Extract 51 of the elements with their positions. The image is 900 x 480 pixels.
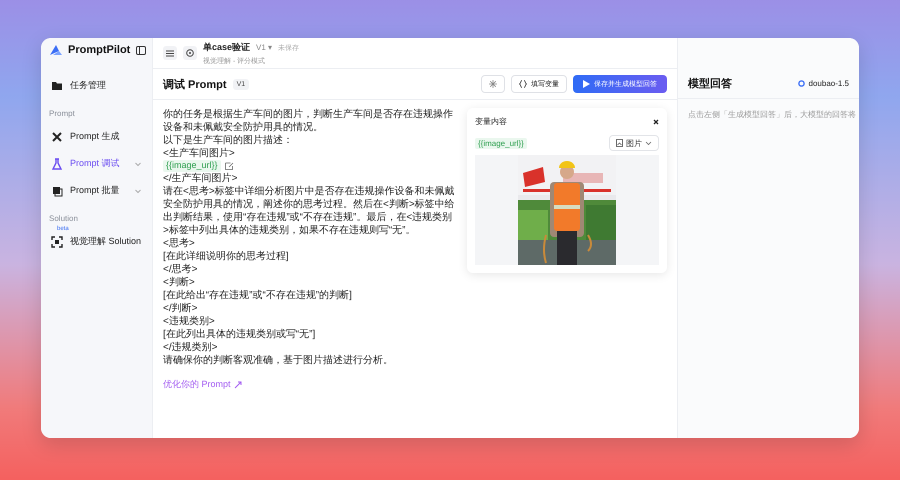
logo-icon <box>49 44 63 56</box>
prompt-text-line: <生产车间图片> <box>163 147 236 160</box>
folder-icon <box>51 80 63 91</box>
play-icon <box>583 80 590 88</box>
sidebar-item[interactable]: Prompt 调试 <box>47 150 146 177</box>
chevron-down-icon <box>645 140 652 146</box>
prompt-text-line: <思考> <box>163 236 196 250</box>
prompt-text-line: <判断> <box>163 276 196 289</box>
sidebar-item[interactable]: Prompt 生成 <box>47 123 146 150</box>
prompt-text-line: </判断> <box>163 302 198 315</box>
prompt-text-line: [在此详细说明你的思考过程] <box>163 250 290 263</box>
sparkle-button[interactable] <box>481 75 505 93</box>
answer-hint: 点击左侧「生成模型回答」后，大模型的回答将 <box>687 109 857 121</box>
model-icon <box>798 80 805 86</box>
image-icon <box>616 139 623 147</box>
variable-tag: {{image_url}} <box>475 138 527 148</box>
flask-icon <box>51 158 63 170</box>
close-icon[interactable] <box>653 118 659 124</box>
prompt-text-line: 你的任务是根据生产车间的图片，判断生产车间是否存在违规操作设备和未佩戴安全防护用具的情况。 <box>163 108 454 134</box>
scan-icon <box>51 236 63 248</box>
optimize-prompt-link[interactable]: 优化你的 Prompt <box>163 378 242 390</box>
app-name: PromptPilot <box>68 44 131 56</box>
panel-title: 模型回答 <box>688 76 733 90</box>
edit-icon[interactable] <box>224 162 234 170</box>
prompt-text-line: </思考> <box>163 262 198 276</box>
version-dropdown[interactable]: V1 ▾ <box>256 42 272 52</box>
prompt-text-line: 请确保你的判断客观准确，基于图片描述进行分析。 <box>163 354 394 367</box>
target-icon <box>186 49 194 57</box>
prompt-text-line: 以下是生产车间的图片描述： <box>163 134 294 147</box>
prompt-text-line: 请在<思考>标签中详细分析图片中是否存在违规操作设备和未佩戴安全防护用具的情况，阐述你的思考过程。然后在<判断>标签中给出判断结果，使用“存在违规”或“不存在违规”。最后，在<违规类别>标签中列出具体的违规类别，如果不存在违规则写“无”。 <box>163 184 456 237</box>
prompt-text-line: </违规类别> <box>163 340 218 354</box>
menu-button[interactable] <box>163 46 177 60</box>
sparkle-icon <box>489 80 497 88</box>
sidebar-toggle-icon[interactable] <box>136 46 146 54</box>
prompt-text-line: <违规类别> <box>163 314 216 328</box>
braces-icon <box>519 80 527 88</box>
prompt-text-line: </生产车间图片> <box>163 172 238 185</box>
panel-title: 变量内容 <box>475 116 507 127</box>
panel-title: 调试 Prompt <box>163 78 227 92</box>
section-label: Prompt <box>48 108 76 120</box>
menu-icon <box>166 50 174 56</box>
sidebar-item[interactable]: Prompt 批量 <box>47 177 146 204</box>
layers-icon <box>51 184 63 196</box>
external-link-icon <box>234 380 242 389</box>
history-button[interactable] <box>183 46 197 60</box>
sidebar-item[interactable]: 任务管理 <box>47 72 146 99</box>
type-dropdown[interactable]: 图片 <box>609 135 659 151</box>
model-selector[interactable]: doubao-1.5 <box>798 78 849 88</box>
case-title: 单case验证 <box>203 40 250 54</box>
prompt-text-line: [在此给出“存在违规”或“不存在违规”的判断] <box>163 288 353 302</box>
prompt-text-line: [在此列出具体的违规类别或写“无”] <box>163 328 316 341</box>
